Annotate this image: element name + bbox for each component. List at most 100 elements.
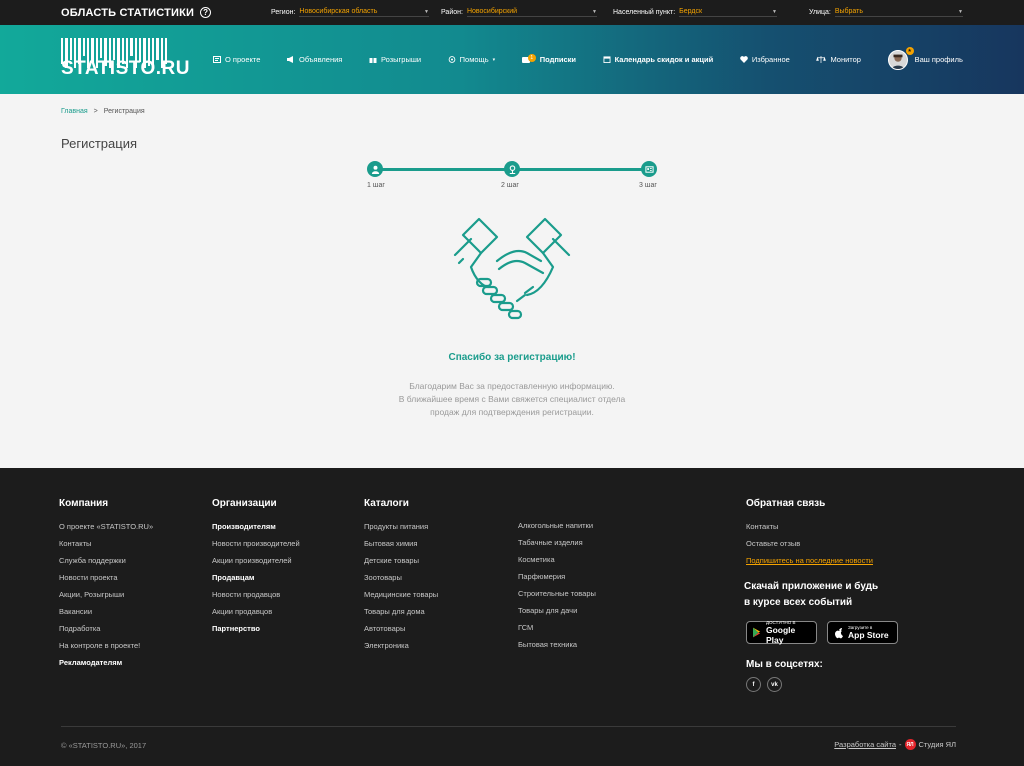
id-card-icon [644,165,654,173]
footer-subscribe-link[interactable]: Подпишитесь на последние новости [746,556,898,565]
footer-link[interactable]: Служба поддержки [59,556,153,565]
breadcrumb-separator: > [93,108,98,115]
dropdown-arrow-icon: ▼ [424,8,429,15]
region-filter[interactable]: Регион: Новосибирская область ▼ [271,8,429,17]
app-store-button[interactable]: Загрузите в App Store [827,621,898,644]
nav-help-label: Помощь [459,55,489,64]
nav-about[interactable]: О проекте [213,55,260,64]
social-links: f vk [746,677,898,692]
handshake-icon [453,217,571,320]
footer-link-producers[interactable]: Производителям [212,522,300,531]
footer-link[interactable]: Товары для дома [364,607,438,616]
footer-feedback: Обратная связь Контакты Оставьте отзыв П… [744,498,898,692]
google-play-big: Google Play [765,625,796,645]
footer-divider [61,726,956,727]
region-select[interactable]: Новосибирская область ▼ [299,8,429,17]
scales-icon [816,56,827,63]
footer-link[interactable]: Новости проекта [59,573,153,582]
nav-giveaways[interactable]: Розыгрыши [369,55,421,64]
footer-link[interactable]: Электроника [364,641,438,650]
developer-link[interactable]: Разработка сайта [834,740,896,749]
footer-link[interactable]: Оставьте отзыв [746,539,898,548]
footer-link[interactable]: О проекте «STATISTO.RU» [59,522,153,531]
studio-name[interactable]: Студия ЯЛ [919,740,957,749]
google-play-button[interactable]: ДОСТУПНО В Google Play [746,620,817,645]
social-title: Мы в соцсетях: [746,659,823,670]
footer-link[interactable]: На контроле в проекте! [59,641,153,650]
studio-logo-icon[interactable]: ЯЛ [904,739,916,750]
footer-link[interactable]: Контакты [746,522,898,531]
step-2 [504,161,520,177]
footer-link[interactable]: ГСМ [518,623,596,632]
footer-link[interactable]: Новости производителей [212,539,300,548]
settlement-filter-label: Населенный пункт: [613,9,676,16]
district-filter[interactable]: Район: Новосибирский ▼ [441,8,597,17]
avatar[interactable] [887,49,908,70]
top-bar: ОБЛАСТЬ СТАТИСТИКИ ? Регион: Новосибирск… [0,0,1024,25]
app-store-buttons: ДОСТУПНО В Google Play Загрузите в App Sto… [746,620,898,645]
footer-link[interactable]: Вакансии [59,607,153,616]
facebook-icon[interactable]: f [746,677,761,692]
footer-link-advertisers[interactable]: Рекламодателям [59,658,153,667]
nav-about-label: О проекте [225,55,261,64]
footer-link[interactable]: Косметика [518,555,596,564]
street-select[interactable]: Выбрать ▼ [834,8,963,17]
footer-link-sellers[interactable]: Продавцам [212,573,300,582]
footer-link[interactable]: Парфюмерия [518,572,596,581]
nav-subscriptions[interactable]: 1 Подписки [521,53,576,64]
region-title-text: ОБЛАСТЬ СТАТИСТИКИ [61,6,195,19]
footer-link[interactable]: Табачные изделия [518,538,596,547]
nav-ads-label: Объявления [298,55,343,64]
nav-profile-label: Ваш профиль [914,55,963,64]
step-1-label: 1 шаг [367,182,385,189]
footer-link[interactable]: Контакты [59,539,153,548]
heart-icon [740,56,748,63]
nav-monitor[interactable]: Монитор [816,55,861,64]
footer-feedback-title: Обратная связь [746,498,826,509]
street-filter[interactable]: Улица: Выбрать ▼ [809,8,963,17]
footer-link[interactable]: Новости продавцов [212,590,300,599]
footer-link[interactable]: Подработка [59,624,153,633]
nav-favorites[interactable]: Избранное [740,55,790,64]
footer-link[interactable]: Алкогольные напитки [518,521,596,530]
help-icon [448,56,455,63]
breadcrumb-home[interactable]: Главная [61,108,88,115]
footer-link[interactable]: Акции продавцов [212,607,300,616]
nav-help[interactable]: Помощь ▾ [448,55,495,64]
footer-link[interactable]: Зоотовары [364,573,438,582]
step-1 [367,161,383,177]
settlement-value: Бердск [679,8,703,15]
footer-link[interactable]: Бытовая химия [364,539,438,548]
main-nav: О проекте Объявления Розыгрыши Помощь ▾ … [213,47,963,70]
dropdown-arrow-icon: ▼ [772,8,777,15]
info-card-icon [213,56,221,63]
footer-link[interactable]: Бытовая техника [518,640,596,649]
nav-profile[interactable]: ★ Ваш профиль [887,47,963,70]
app-store-big: App Store [848,630,889,640]
google-play-icon [753,627,761,638]
footer-link-partnership[interactable]: Партнерство [212,624,300,633]
footer-link[interactable]: Строительные товары [518,589,596,598]
district-select[interactable]: Новосибирский ▼ [466,8,597,17]
nav-ads[interactable]: Объявления [286,55,343,64]
footer-link[interactable]: Продукты питания [364,522,438,531]
question-icon[interactable]: ? [200,7,212,18]
breadcrumb-current: Регистрация [103,108,145,115]
footer-link[interactable]: Акции производителей [212,556,300,565]
settlement-filter[interactable]: Населенный пункт: Бердск ▼ [613,8,777,17]
footer-link[interactable]: Медицинские товары [364,590,438,599]
success-message: Благодарим Вас за предоставленную информ… [0,380,1024,419]
footer-link[interactable]: Товары для дачи [518,606,596,615]
footer-link[interactable]: Детские товары [364,556,438,565]
nav-calendar[interactable]: Календарь скидок и акций [603,55,713,64]
site-logo[interactable]: STATISTO.RU [61,36,190,84]
footer-link[interactable]: Акции, Розыгрыши [59,590,153,599]
page-title: Регистрация [61,136,137,151]
step-2-label: 2 шаг [501,182,519,189]
footer-link[interactable]: Автотовары [364,624,438,633]
settlement-select[interactable]: Бердск ▼ [679,8,777,17]
footer-company: Компания О проекте «STATISTO.RU» Контакт… [59,498,153,675]
success-line-2: В ближайшее время с Вами свяжется специа… [398,394,626,404]
breadcrumb: Главная > Регистрация [61,94,963,115]
vk-icon[interactable]: vk [767,677,782,692]
